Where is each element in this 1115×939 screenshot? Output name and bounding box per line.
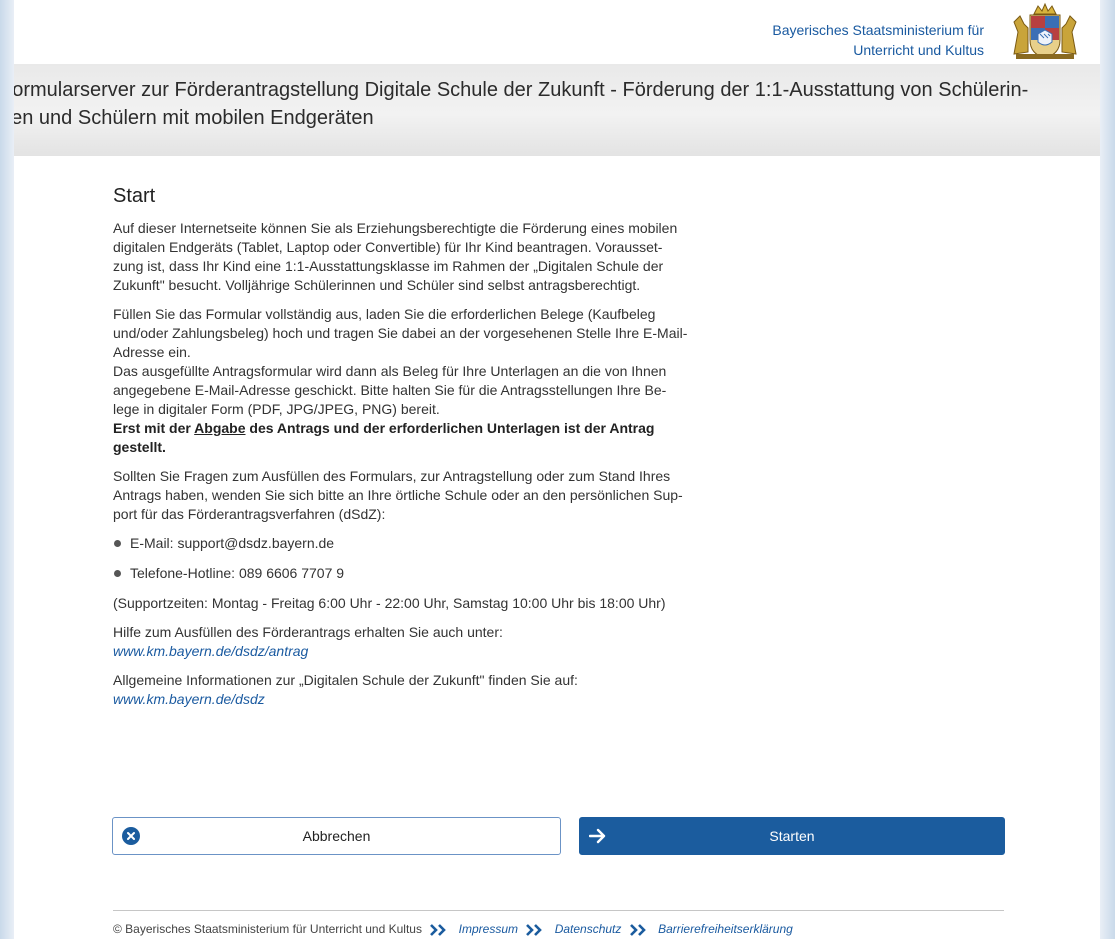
start-label: Starten xyxy=(769,828,815,844)
instructions-line: lege in digitaler Form (PDF, JPG/JPEG, P… xyxy=(113,401,440,417)
notice-text: des Antrags und der erforderlichen Unter… xyxy=(245,420,655,436)
double-chevron-icon xyxy=(526,923,543,936)
support-hours: (Supportzeiten: Montag - Freitag 6:00 Uh… xyxy=(113,595,666,611)
info-link[interactable]: www.km.bayern.de/dsdz xyxy=(113,691,265,707)
intro-paragraph: Auf dieser Internetseite können Sie als … xyxy=(113,219,723,295)
instructions-line: Adresse ein. xyxy=(113,344,191,360)
barrierefreiheit-link[interactable]: Barrierefreiheitserklärung xyxy=(658,922,793,936)
contact-phone: Telefone-Hotline: 089 6606 7707 9 xyxy=(113,564,723,583)
intro-line: zung ist, dass Ihr Kind eine 1:1-Ausstat… xyxy=(113,258,664,274)
support-paragraph: Sollten Sie Fragen zum Ausfüllen des For… xyxy=(113,467,723,524)
support-line: Sollten Sie Fragen zum Ausfüllen des For… xyxy=(113,468,671,484)
help-link[interactable]: www.km.bayern.de/dsdz/antrag xyxy=(113,643,308,659)
page-title-line1: Formularserver zur Förderantragstellung … xyxy=(14,79,1029,101)
help-paragraph: Hilfe zum Ausfüllen des Förderantrags er… xyxy=(113,623,723,661)
datenschutz-link[interactable]: Datenschutz xyxy=(555,922,622,936)
footer-divider xyxy=(113,910,1004,911)
help-text: Hilfe zum Ausfüllen des Förderantrags er… xyxy=(113,624,503,640)
contact-email: E-Mail: support@dsdz.bayern.de xyxy=(113,534,723,553)
ministry-name[interactable]: Bayerisches Staatsministerium für Unterr… xyxy=(772,20,984,60)
intro-line: Auf dieser Internetseite können Sie als … xyxy=(113,220,678,236)
double-chevron-icon xyxy=(629,923,646,936)
notice-text: Erst mit der xyxy=(113,420,195,436)
instructions-line: Das ausgefüllte Antragsformular wird dan… xyxy=(113,363,667,379)
instructions-line: und/oder Zahlungsbeleg) hoch und tragen … xyxy=(113,325,688,341)
info-text: Allgemeine Informationen zur „Digitalen … xyxy=(113,672,578,688)
info-paragraph: Allgemeine Informationen zur „Digitalen … xyxy=(113,671,723,709)
main-content: Start Auf dieser Internetseite können Si… xyxy=(113,184,723,719)
page: Bayerisches Staatsministerium für Unterr… xyxy=(14,0,1100,939)
copyright-text: © Bayerisches Staatsministerium für Unte… xyxy=(113,922,422,936)
instructions-line: angegebene E-Mail-Adresse geschickt. Bit… xyxy=(113,382,667,398)
support-line: port für das Förderantragsverfahren (dSd… xyxy=(113,506,386,522)
ministry-name-line1: Bayerisches Staatsministerium für xyxy=(772,22,984,38)
notice-emphasis: Abgabe xyxy=(194,420,246,436)
intro-line: Zukunft" besucht. Volljährige Schülerinn… xyxy=(113,277,641,293)
ministry-name-line2: Unterricht und Kultus xyxy=(853,42,984,58)
double-chevron-icon xyxy=(430,923,447,936)
top-bar: Bayerisches Staatsministerium für Unterr… xyxy=(14,0,1100,64)
notice-text: gestellt. xyxy=(113,439,166,455)
instructions-line: Füllen Sie das Formular vollständig aus,… xyxy=(113,306,656,322)
title-banner: Formularserver zur Förderantragstellung … xyxy=(14,64,1100,156)
close-circle-icon xyxy=(122,827,140,845)
start-heading: Start xyxy=(113,185,156,207)
bavarian-coat-of-arms-logo[interactable] xyxy=(1010,2,1080,60)
page-title-line2: nen und Schülern mit mobilen Endgeräten xyxy=(14,107,374,129)
support-line: Antrags haben, wenden Sie sich bitte an … xyxy=(113,487,683,503)
cancel-button[interactable]: Abbrechen xyxy=(112,817,561,855)
arrow-right-icon xyxy=(589,828,606,844)
cancel-label: Abbrechen xyxy=(302,828,371,844)
instructions-paragraph: Füllen Sie das Formular vollständig aus,… xyxy=(113,305,723,457)
intro-line: digitalen Endgeräts (Tablet, Laptop oder… xyxy=(113,239,663,255)
page-title: Formularserver zur Förderantragstellung … xyxy=(14,76,1100,132)
footer: © Bayerisches Staatsministerium für Unte… xyxy=(113,922,793,937)
submission-notice: Erst mit der Abgabe des Antrags und der … xyxy=(113,420,654,455)
contact-list: E-Mail: support@dsdz.bayern.de Telefone-… xyxy=(113,534,723,583)
impressum-link[interactable]: Impressum xyxy=(459,922,518,936)
start-button[interactable]: Starten xyxy=(579,817,1005,855)
